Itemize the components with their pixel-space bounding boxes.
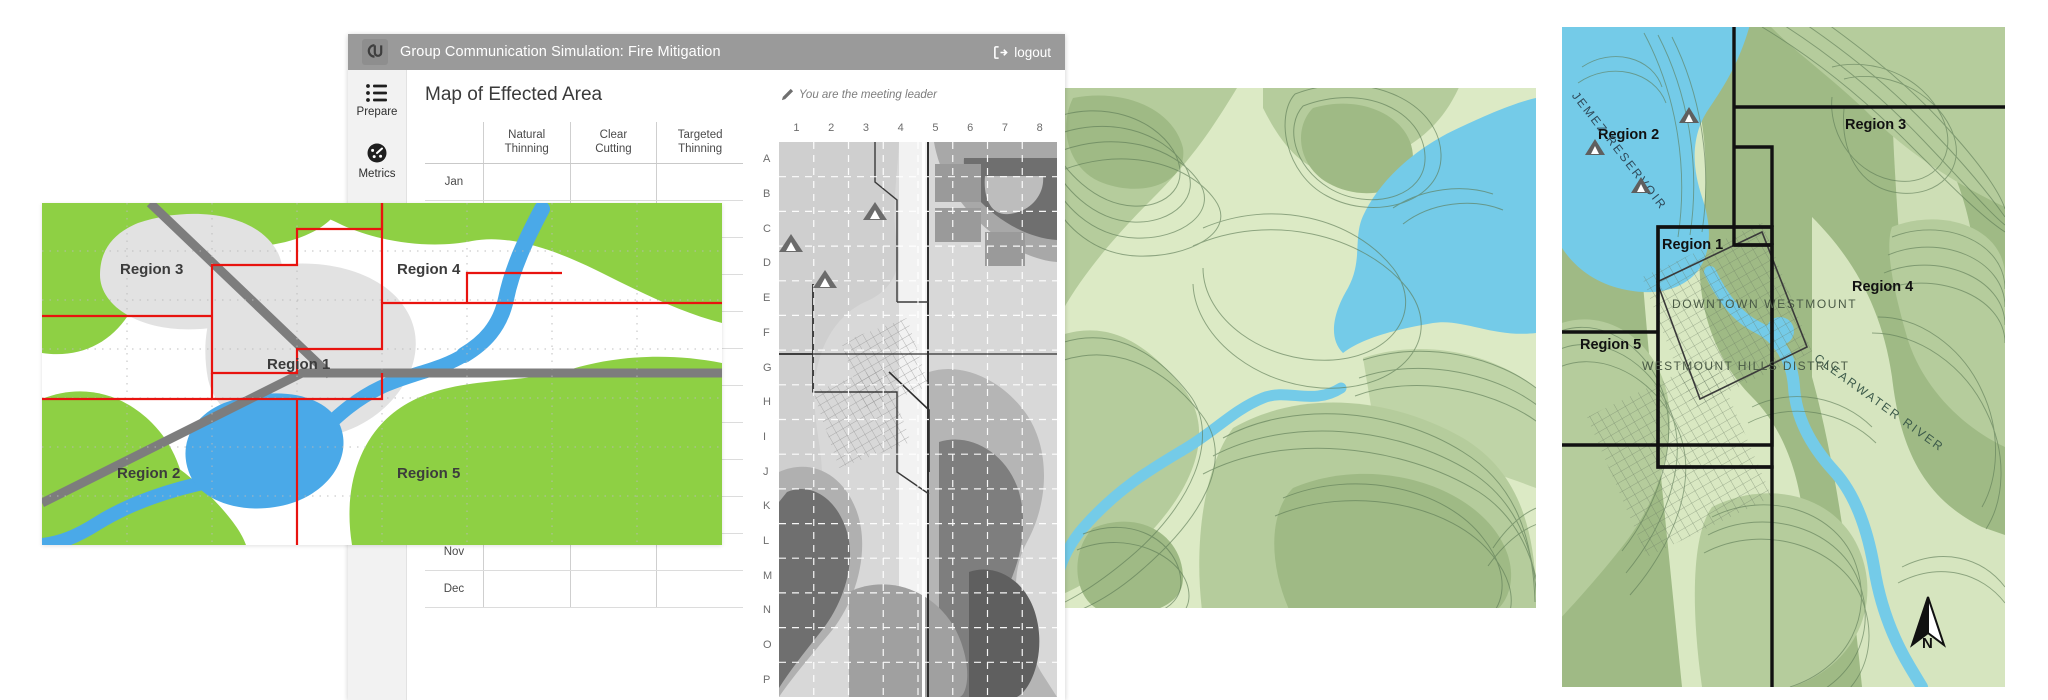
topo-region-label: Region 5	[1580, 337, 1642, 353]
topo-right-svg	[1562, 27, 2005, 687]
region-map-label: Region 5	[397, 465, 461, 482]
grid-row-label: C	[763, 222, 771, 235]
grid-column-label: 5	[932, 122, 939, 134]
grid-column-label: 1	[793, 122, 800, 134]
grid-column-labels: 1 2 3 4 5 6 7 8	[779, 122, 1057, 140]
table-cell[interactable]	[569, 163, 657, 201]
camp-marker-icon	[1631, 177, 1651, 193]
topo-map-center-panel	[1063, 88, 1536, 608]
table-column-header: Targeted Thinning	[656, 122, 743, 164]
grid-row-label: F	[763, 326, 770, 339]
region-map-svg	[42, 203, 722, 545]
table-header-row: Natural Thinning Clear Cutting Targeted Thinn…	[425, 122, 743, 164]
grid-column-label: 4	[897, 122, 904, 134]
app-title: Group Communication Simulation: Fire Mit…	[400, 44, 721, 60]
grid-row-label: I	[763, 430, 767, 443]
grid-row-label: H	[763, 396, 771, 409]
grid-row-label: B	[763, 188, 771, 200]
grid-column-label: 7	[1001, 122, 1008, 134]
logout-icon	[994, 45, 1008, 59]
grid-map-svg	[779, 142, 1057, 697]
sidebar-item-label: Prepare	[356, 106, 398, 118]
table-cell[interactable]	[656, 163, 743, 201]
grid-row-label: M	[763, 569, 773, 582]
meeting-leader-note: You are the meeting leader	[781, 88, 937, 101]
compass-label-north: N	[1922, 635, 1933, 652]
region-map-label: Region 4	[397, 261, 461, 278]
topo-region-label: Region 1	[1662, 237, 1724, 253]
table-cell[interactable]	[656, 570, 743, 608]
table-row: Dec	[425, 570, 743, 608]
camp-marker-icon	[1679, 107, 1699, 123]
grid-row-label: O	[763, 639, 772, 652]
logout-label: logout	[1014, 44, 1051, 60]
table-row-month-label: Dec	[425, 570, 484, 608]
table-cell[interactable]	[482, 163, 571, 201]
page-title: Map of Effected Area	[425, 84, 603, 105]
grid-row-label: P	[763, 673, 771, 686]
app-titlebar: Group Communication Simulation: Fire Mit…	[348, 34, 1065, 70]
table-column-header: Clear Cutting	[569, 122, 657, 164]
table-cell[interactable]	[482, 570, 571, 608]
grid-row-label: J	[763, 465, 769, 478]
pencil-icon	[781, 88, 793, 101]
grid-row-label: G	[763, 361, 772, 374]
grid-row-label: N	[763, 604, 771, 617]
list-icon	[366, 84, 387, 102]
topo-center-svg	[1063, 88, 1536, 608]
sidebar-item-label: Metrics	[358, 168, 396, 180]
grid-map-panel[interactable]: 1 2 3 4 5 6 7 8 A B C D E F G H I J K L M N O P	[757, 122, 1057, 697]
grid-row-label: D	[763, 257, 771, 270]
table-row-month-label: Jan	[425, 163, 484, 201]
topo-map-right-panel: Region 2 Region 3 Region 1 Region 4 Regi…	[1562, 27, 2005, 687]
table-column-header: Natural Thinning	[482, 122, 571, 164]
camp-marker-icon	[1585, 139, 1605, 155]
grid-row-label: A	[763, 153, 771, 166]
region-overview-map[interactable]: Region 3 Region 4 Region 1 Region 2 Regi…	[42, 203, 722, 545]
sidebar-item-prepare[interactable]: Prepare	[348, 84, 406, 118]
gauge-icon	[367, 143, 387, 163]
table-cell[interactable]	[569, 570, 657, 608]
table-row: Jan	[425, 163, 743, 201]
region-map-label: Region 1	[267, 356, 331, 373]
grid-map-canvas[interactable]	[779, 142, 1057, 697]
logout-button[interactable]: logout	[993, 45, 1051, 60]
grid-column-label: 2	[828, 122, 835, 134]
meeting-leader-text: You are the meeting leader	[798, 88, 937, 101]
sidebar-item-metrics[interactable]: Metrics	[348, 142, 406, 180]
grid-column-label: 3	[862, 122, 869, 134]
grid-row-labels: A B C D E F G H I J K L M N O P	[757, 142, 775, 697]
region-map-label: Region 2	[117, 465, 181, 482]
grid-row-label: K	[763, 500, 771, 513]
grid-row-label: E	[763, 292, 771, 305]
topo-place-label-downtown-westmount: DOWNTOWN WESTMOUNT	[1672, 297, 1858, 311]
cu-logo-icon	[362, 39, 388, 65]
topo-region-label: Region 4	[1852, 279, 1914, 295]
table-corner-cell	[425, 122, 484, 164]
grid-column-label: 8	[1036, 122, 1043, 134]
compass-rose: N	[1902, 595, 1954, 665]
grid-column-label: 6	[967, 122, 974, 134]
region-map-label: Region 3	[120, 261, 184, 278]
topo-place-label-westmount-hills-district: WESTMOUNT HILLS DISTRICT	[1642, 359, 1850, 373]
topo-region-label: Region 3	[1845, 117, 1907, 133]
grid-row-label: L	[763, 535, 770, 547]
